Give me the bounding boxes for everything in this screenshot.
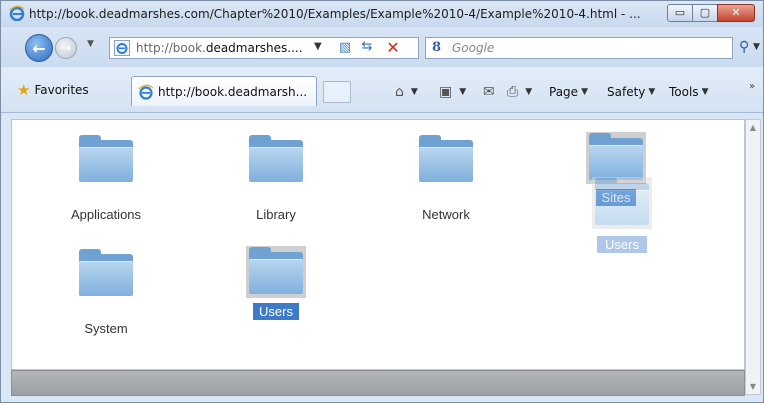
print-button[interactable]: ⎙ ▼	[507, 81, 532, 103]
drag-ghost-label: Users	[597, 236, 647, 253]
more-commands-icon[interactable]: »	[749, 81, 755, 92]
favorites-label: Favorites	[34, 83, 89, 97]
drag-ghost: Users	[587, 177, 657, 253]
search-provider-icon[interactable]: 8	[432, 40, 441, 55]
ie-logo-icon	[9, 5, 25, 21]
url-domain: deadmarshes....	[205, 41, 303, 55]
rss-feed-icon: ▣	[439, 84, 453, 100]
url-prefix: http://book.	[136, 41, 206, 55]
read-mail-button[interactable]: ✉	[483, 81, 499, 103]
forward-button[interactable]: →	[55, 37, 77, 59]
maximize-button[interactable]: ▢	[692, 4, 718, 22]
new-tab-button[interactable]	[323, 81, 351, 103]
compatibility-view-icon[interactable]: ▧	[336, 40, 354, 56]
search-icon[interactable]: ⚲	[739, 39, 749, 55]
window-title: http://book.deadmarshes.com/Chapter%2010…	[29, 7, 641, 21]
favorites-bar: ★ Favorites http://book.deadmarsh... ⌂ ▼ …	[1, 67, 763, 113]
folder-label: System	[84, 321, 128, 336]
close-button[interactable]: ✕	[717, 4, 755, 22]
page-icon	[114, 40, 130, 56]
folder-label: Library	[256, 207, 296, 222]
star-icon: ★	[17, 81, 31, 99]
safety-menu-label: Safety	[607, 85, 646, 99]
tools-menu[interactable]: Tools ▼	[669, 81, 708, 103]
stop-icon[interactable]: ✕	[384, 38, 402, 57]
browser-tab[interactable]: http://book.deadmarsh...	[131, 76, 317, 106]
status-bar	[11, 370, 745, 396]
chevron-down-icon: ▼	[459, 87, 467, 97]
vertical-scrollbar[interactable]: ▲ ▼	[745, 119, 761, 395]
folder-item-network[interactable]: Network	[386, 135, 506, 223]
folder-icon	[46, 135, 166, 182]
tab-title: http://book.deadmarsh...	[158, 85, 308, 99]
page-menu-label: Page	[549, 85, 579, 99]
chevron-down-icon: ▼	[410, 87, 418, 97]
home-icon: ⌂	[395, 84, 404, 100]
chevron-down-icon: ▼	[525, 87, 533, 97]
ie-logo-icon	[138, 84, 154, 100]
minimize-button[interactable]: ▭	[667, 4, 693, 22]
browser-window: http://book.deadmarshes.com/Chapter%2010…	[0, 0, 764, 403]
close-icon: ✕	[731, 6, 741, 19]
navigation-bar: ← → ▼ http://book.deadmarshes.... ▼ ▧ ⇆ …	[1, 27, 763, 67]
safety-menu[interactable]: Safety ▼	[607, 81, 655, 103]
folder-label: Applications	[70, 207, 142, 222]
feeds-button[interactable]: ▣ ▼	[439, 81, 466, 103]
folder-icon	[386, 135, 506, 182]
folder-item-users[interactable]: Users	[216, 246, 336, 320]
folder-item-library[interactable]: Library	[216, 135, 336, 223]
printer-icon: ⎙	[507, 84, 519, 100]
mail-icon: ✉	[483, 84, 495, 100]
folder-icon	[46, 249, 166, 296]
maximize-icon: ▢	[699, 6, 711, 19]
address-bar[interactable]: http://book.deadmarshes.... ▼ ▧ ⇆ ✕	[109, 37, 419, 59]
search-placeholder: Google	[452, 41, 495, 55]
folder-icon	[216, 135, 336, 182]
window-controls: ▭ ▢ ✕	[667, 4, 755, 22]
back-button[interactable]: ←	[25, 34, 53, 62]
folder-icon	[246, 246, 306, 298]
home-button[interactable]: ⌂ ▼	[395, 81, 418, 103]
search-box[interactable]: 8 Google	[425, 37, 733, 59]
scroll-up-icon[interactable]: ▲	[746, 123, 760, 132]
chevron-down-icon: ▼	[701, 87, 709, 97]
folder-icon	[592, 177, 652, 229]
title-bar[interactable]: http://book.deadmarshes.com/Chapter%2010…	[1, 1, 763, 27]
favorites-button[interactable]: ★ Favorites	[17, 79, 89, 101]
page-menu[interactable]: Page ▼	[549, 81, 588, 103]
chevron-down-icon: ▼	[648, 87, 656, 97]
refresh-icon[interactable]: ⇆	[358, 39, 376, 57]
folder-item-system[interactable]: System	[46, 249, 166, 337]
url-text[interactable]: http://book.deadmarshes....	[136, 41, 306, 55]
folder-label: Users	[253, 303, 299, 320]
folder-item-applications[interactable]: Applications	[46, 135, 166, 223]
minimize-icon: ▭	[674, 6, 686, 19]
search-options-dropdown-icon[interactable]: ▼	[753, 42, 760, 52]
chevron-down-icon: ▼	[581, 87, 588, 97]
folder-label: Network	[422, 207, 470, 222]
arrow-left-icon: ←	[32, 39, 46, 58]
arrow-right-icon: →	[60, 41, 72, 55]
scroll-down-icon[interactable]: ▼	[746, 382, 760, 391]
tools-menu-label: Tools	[669, 85, 699, 99]
recent-pages-dropdown-icon[interactable]: ▼	[87, 39, 94, 49]
address-dropdown-icon[interactable]: ▼	[314, 41, 322, 52]
